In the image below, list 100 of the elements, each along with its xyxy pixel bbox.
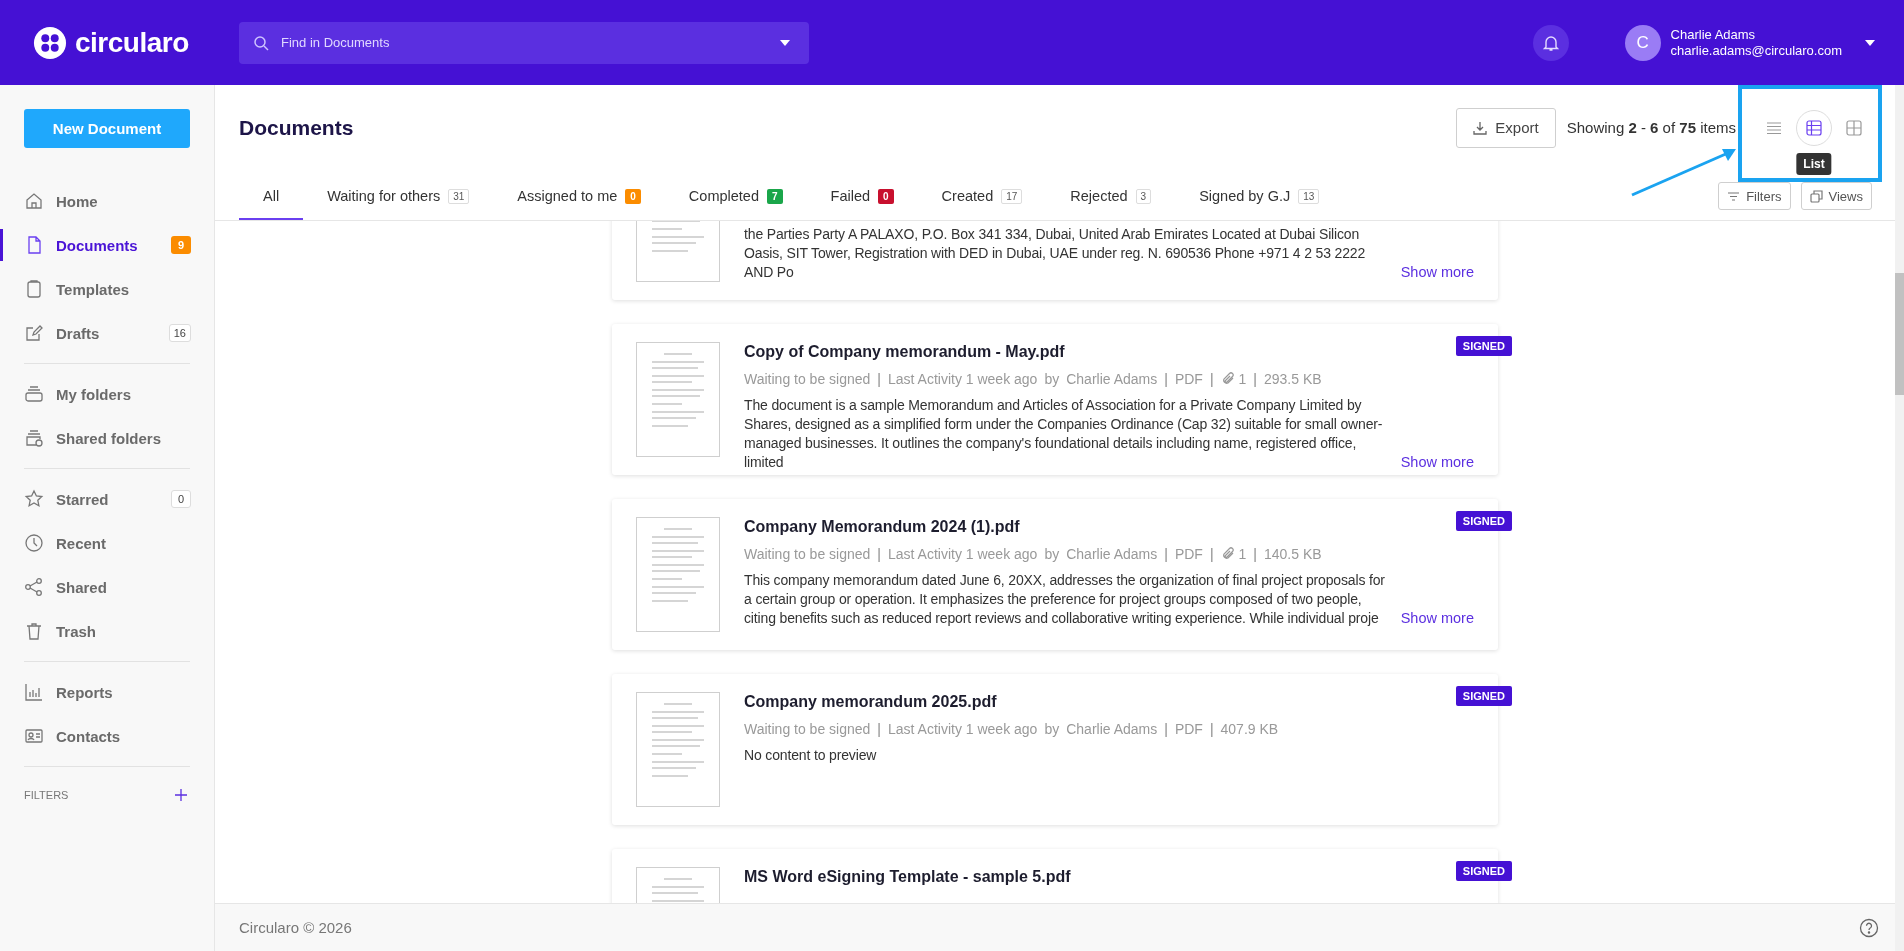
filters-heading: FILTERS — [24, 789, 69, 801]
attachment-count: 1 — [1238, 545, 1247, 563]
user-name: Charlie Adams — [1670, 26, 1757, 43]
tab[interactable]: Signed by G.J 13 — [1175, 174, 1344, 220]
separator: | — [1209, 545, 1214, 563]
tab[interactable]: Waiting for others 31 — [303, 174, 494, 220]
separator: | — [1209, 370, 1214, 388]
document-meta: Charlie Adams — [1066, 720, 1158, 738]
document-description: The document is a sample Memorandum and Articles of Association for a Private Company Limited by Shares, designed as a simplified form under the Companies Ordinance (Cap 32) suitable for small owner-managed businesses. It outlines the company's foundational details including name, registered office, limited — [744, 396, 1384, 472]
separator: | — [877, 545, 881, 563]
count-badge: 17 — [1001, 188, 1023, 204]
count-badge: 3 — [1135, 188, 1152, 204]
user-email: charlie.adams@circularo.com — [1670, 42, 1842, 59]
separator: | — [1164, 370, 1168, 388]
document-meta: by — [1044, 720, 1060, 738]
document-meta: Waiting to be signed — [744, 370, 871, 388]
tab[interactable]: Rejected 3 — [1046, 174, 1176, 220]
sidebar-item[interactable]: My folders — [0, 372, 214, 416]
help-icon[interactable] — [1859, 917, 1879, 938]
caret-icon[interactable] — [779, 38, 791, 47]
sidebar-item[interactable]: Home — [0, 179, 214, 223]
clipboard-icon — [24, 279, 44, 299]
status-badge: SIGNED — [1455, 511, 1512, 531]
count-badge: 7 — [767, 188, 783, 204]
notifications-button[interactable] — [1532, 24, 1569, 61]
sidebar-item[interactable]: Shared — [0, 565, 214, 609]
sidebar-item[interactable]: Trash — [0, 609, 214, 653]
document-description: the Parties Party A PALAXO, P.O. Box 341 334, Dubai, United Arab Emirates Located at Dubai Silicon Oasis, SIT Tower, Registration with DED in Dubai, UAE under reg. N. 690536 Phone +971 4 2 53 2222 AND Po — [744, 225, 1367, 282]
trash-icon — [24, 621, 44, 641]
count-badge: 0 — [171, 490, 191, 508]
logo-icon — [33, 25, 67, 60]
views-button[interactable]: Views — [1800, 182, 1872, 210]
shared-folder-icon — [24, 428, 44, 448]
count-badge: 16 — [168, 324, 191, 342]
home-icon — [24, 191, 44, 211]
count-badge: 9 — [171, 236, 191, 254]
sidebar-item[interactable]: Recent — [0, 521, 214, 565]
document-meta: PDF — [1174, 720, 1203, 738]
tooltip: List — [1796, 152, 1832, 175]
star-icon — [24, 489, 44, 509]
search-field[interactable]: Find in Documents — [239, 21, 809, 64]
copyright-text: Circularo © 2026 — [239, 919, 352, 936]
sidebar-item[interactable]: Shared folders — [0, 416, 214, 460]
clock-icon — [24, 533, 44, 553]
document-meta: PDF — [1174, 370, 1203, 388]
separator: | — [877, 370, 881, 388]
sidebar-item[interactable]: Templates — [0, 267, 214, 311]
count-badge: 0 — [625, 188, 641, 204]
tab[interactable]: Failed 0 — [806, 174, 918, 220]
sidebar-item[interactable]: Drafts 16 — [0, 311, 214, 355]
bar-chart-icon — [24, 682, 44, 702]
separator: | — [877, 720, 881, 738]
pencil-icon — [24, 323, 44, 343]
document-title[interactable]: Company memorandum 2025.pdf — [744, 692, 997, 712]
status-badge: SIGNED — [1455, 336, 1512, 356]
tab[interactable]: Completed 7 — [664, 174, 807, 220]
page-title: Documents — [239, 115, 354, 140]
document-meta: Charlie Adams — [1066, 545, 1158, 563]
filter-icon — [1727, 189, 1741, 203]
document-title[interactable]: Company Memorandum 2024 (1).pdf — [744, 517, 1020, 537]
document-meta: 293.5 KB — [1263, 370, 1322, 388]
paperclip-icon — [1220, 547, 1235, 561]
plus-icon[interactable] — [175, 789, 187, 801]
document-title[interactable]: MS Word eSigning Template - sample 5.pdf — [744, 867, 1071, 887]
separator: | — [1253, 545, 1257, 563]
document-meta: Last Activity 1 week ago — [888, 545, 1038, 563]
sidebar-item[interactable]: Starred 0 — [0, 477, 214, 521]
sidebar-item[interactable]: Contacts — [0, 714, 214, 758]
count-badge: 0 — [878, 188, 894, 204]
document-meta: Waiting to be signed — [744, 720, 871, 738]
separator: | — [1164, 545, 1168, 563]
filters-button[interactable]: Filters — [1718, 182, 1791, 210]
tab[interactable]: All — [239, 174, 304, 220]
search-icon — [253, 34, 269, 51]
grid-icon — [1845, 118, 1863, 137]
show-more-link[interactable]: Show more — [1400, 609, 1474, 628]
table-icon — [1805, 118, 1823, 137]
status-badge: SIGNED — [1455, 861, 1512, 881]
tab[interactable]: Created 17 — [917, 174, 1047, 220]
document-meta: by — [1044, 545, 1060, 563]
scrollbar[interactable] — [1895, 85, 1904, 951]
show-more-link[interactable]: Show more — [1400, 453, 1474, 472]
document-description: This company memorandum dated June 6, 20XX, addresses the organization of final project proposals for a certain group or operation. It emphasizes the preference for project groups composed of two people, citing benefits such as reduced report reviews and collaborative writing experience. While individual proje — [744, 571, 1386, 628]
document-meta: by — [1044, 370, 1060, 388]
bell-icon — [1541, 33, 1560, 52]
caret-icon[interactable] — [1864, 38, 1876, 47]
sidebar-item[interactable]: Reports — [0, 670, 214, 714]
folder-stack-icon — [24, 384, 44, 404]
paperclip-icon — [1220, 372, 1235, 386]
export-button[interactable]: Export — [1456, 107, 1556, 148]
count-badge: 13 — [1298, 188, 1320, 204]
tab[interactable]: Assigned to me 0 — [493, 174, 665, 220]
download-icon — [1473, 120, 1488, 135]
document-meta: Last Activity 1 week ago — [888, 720, 1038, 738]
document-meta: Charlie Adams — [1066, 370, 1158, 388]
sidebar-item[interactable]: Documents 9 — [0, 223, 214, 267]
share-icon — [24, 577, 44, 597]
show-more-link[interactable]: Show more — [1400, 263, 1474, 282]
document-title[interactable]: Copy of Company memorandum - May.pdf — [744, 342, 1065, 362]
document-meta: Last Activity 1 week ago — [888, 370, 1038, 388]
